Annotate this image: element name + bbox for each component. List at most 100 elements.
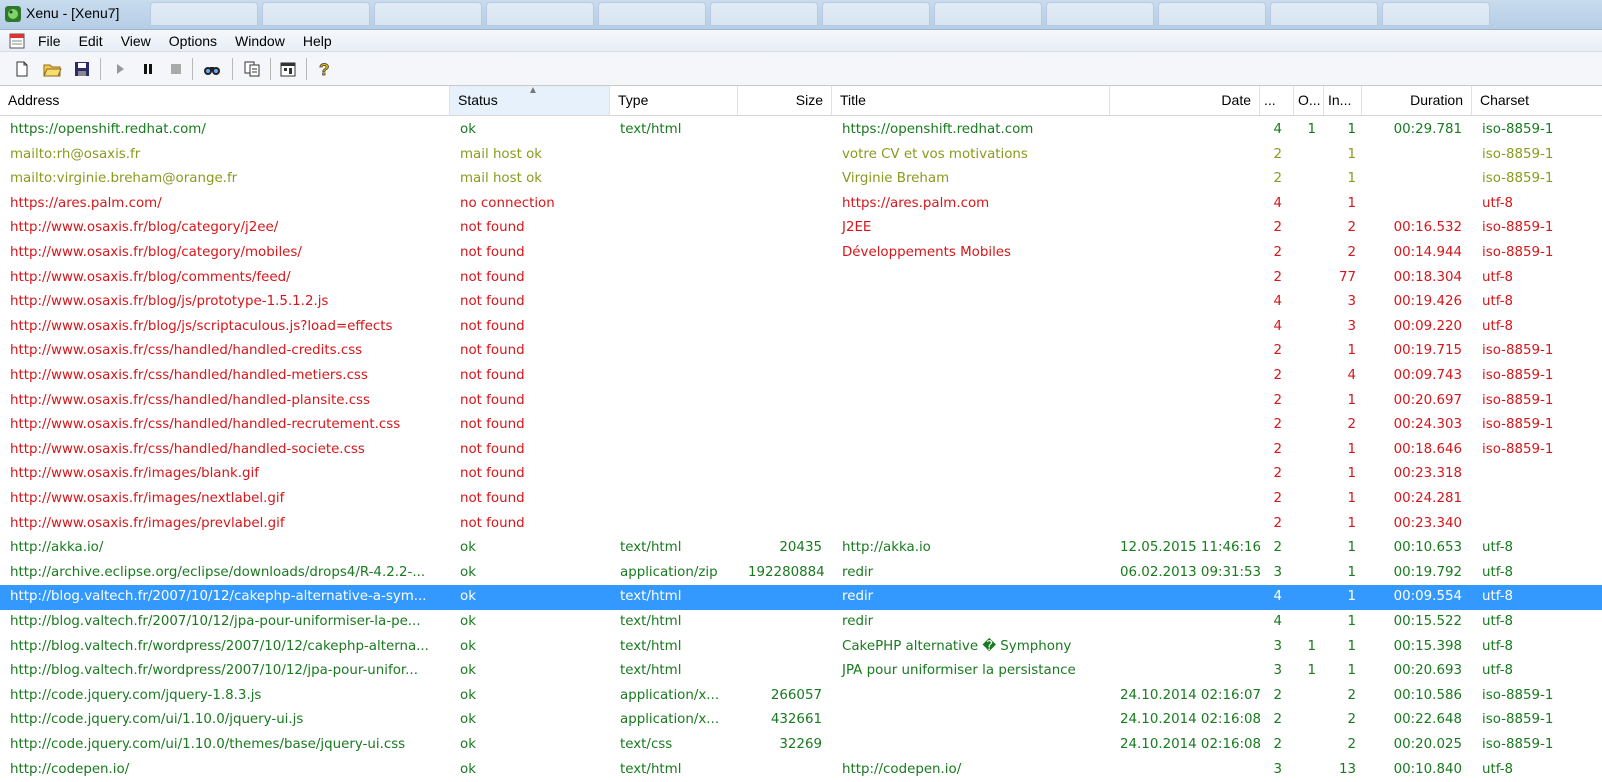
- cell-title: CakePHP alternative � Symphony: [842, 638, 1072, 654]
- find-icon[interactable]: [200, 57, 224, 81]
- table-row[interactable]: https://openshift.redhat.com/ok text/html…: [0, 118, 1602, 143]
- cell-address[interactable]: http://code.jquery.com/ui/1.10.0/jquery-…: [0, 708, 450, 732]
- table-row[interactable]: http://blog.valtech.fr/2007/10/12/cakeph…: [0, 585, 1602, 610]
- cell-address[interactable]: http://blog.valtech.fr/wordpress/2007/10…: [0, 659, 450, 683]
- cell-out: [1284, 339, 1320, 363]
- cell-duration: 00:24.303: [1393, 417, 1462, 433]
- cell-address[interactable]: https://ares.palm.com/: [0, 192, 450, 216]
- table-row[interactable]: http://blog.valtech.fr/wordpress/2007/10…: [0, 635, 1602, 660]
- table-row[interactable]: mailto:virginie.breham@orange.fr mail hos…: [0, 167, 1602, 192]
- document-icon[interactable]: [8, 32, 26, 50]
- copy-icon[interactable]: [240, 57, 264, 81]
- cell-address[interactable]: http://blog.valtech.fr/2007/10/12/jpa-po…: [0, 610, 450, 634]
- cell-address[interactable]: http://akka.io/: [0, 536, 450, 560]
- menu-window[interactable]: Window: [235, 33, 285, 49]
- column-header-address[interactable]: Address: [0, 86, 450, 115]
- menu-edit[interactable]: Edit: [79, 33, 103, 49]
- table-row[interactable]: http://code.jquery.com/jquery-1.8.3.js ok…: [0, 684, 1602, 709]
- cell-level: 2: [1273, 343, 1282, 359]
- cell-date: [1110, 118, 1260, 142]
- cell-size: [738, 512, 832, 536]
- cell-out: [1284, 487, 1320, 511]
- cell-address[interactable]: http://archive.eclipse.org/eclipse/downl…: [0, 561, 450, 585]
- cell-address[interactable]: http://www.osaxis.fr/css/handled/handled…: [0, 389, 450, 413]
- cell-title: [832, 290, 1110, 314]
- properties-icon[interactable]: [276, 57, 300, 81]
- table-row[interactable]: http://www.osaxis.fr/css/handled/handled…: [0, 389, 1602, 414]
- new-icon[interactable]: [10, 57, 34, 81]
- column-header-type[interactable]: Type: [610, 86, 738, 115]
- cell-address[interactable]: http://www.osaxis.fr/css/handled/handled…: [0, 364, 450, 388]
- cell-address[interactable]: http://www.osaxis.fr/css/handled/handled…: [0, 438, 450, 462]
- cell-address[interactable]: http://www.osaxis.fr/blog/js/prototype-1…: [0, 290, 450, 314]
- cell-level: 2: [1273, 491, 1282, 506]
- cell-title: http://akka.io: [842, 540, 931, 556]
- open-icon[interactable]: [40, 57, 64, 81]
- cell-out: [1284, 364, 1320, 388]
- column-header-charset[interactable]: Charset: [1472, 86, 1602, 115]
- cell-in: 1: [1347, 589, 1356, 605]
- table-row[interactable]: http://www.osaxis.fr/blog/category/mobil…: [0, 241, 1602, 266]
- table-row[interactable]: http://code.jquery.com/ui/1.10.0/themes/…: [0, 733, 1602, 758]
- cell-address[interactable]: http://code.jquery.com/ui/1.10.0/themes/…: [0, 733, 450, 757]
- cell-address[interactable]: http://www.osaxis.fr/blog/js/scriptaculo…: [0, 315, 450, 339]
- cell-address[interactable]: http://codepen.io/: [0, 758, 450, 782]
- table-row[interactable]: http://codepen.io/ok text/html http://code…: [0, 758, 1602, 782]
- table-row[interactable]: http://blog.valtech.fr/wordpress/2007/10…: [0, 659, 1602, 684]
- cell-status: ok: [460, 761, 476, 777]
- cell-address[interactable]: http://www.osaxis.fr/images/nextlabel.gi…: [0, 487, 450, 511]
- column-header-duration[interactable]: Duration: [1362, 86, 1472, 115]
- cell-address[interactable]: https://openshift.redhat.com/: [0, 118, 450, 142]
- cell-charset: iso-8859-1: [1482, 417, 1554, 433]
- cell-address[interactable]: http://www.osaxis.fr/blog/comments/feed/: [0, 266, 450, 290]
- table-row[interactable]: http://www.osaxis.fr/images/nextlabel.gi…: [0, 487, 1602, 512]
- column-header-title[interactable]: Title: [832, 86, 1110, 115]
- table-row[interactable]: http://blog.valtech.fr/2007/10/12/jpa-po…: [0, 610, 1602, 635]
- cell-address[interactable]: http://www.osaxis.fr/images/blank.gif: [0, 462, 450, 486]
- save-icon[interactable]: [70, 57, 94, 81]
- table-row[interactable]: http://www.osaxis.fr/images/blank.gif not…: [0, 462, 1602, 487]
- table-row[interactable]: http://archive.eclipse.org/eclipse/downl…: [0, 561, 1602, 586]
- help-icon[interactable]: ?: [312, 57, 336, 81]
- table-row[interactable]: http://www.osaxis.fr/blog/js/scriptaculo…: [0, 315, 1602, 340]
- cell-address[interactable]: http://www.osaxis.fr/blog/category/j2ee/: [0, 216, 450, 240]
- table-row[interactable]: http://akka.io/ok text/html 20435 http://ak…: [0, 536, 1602, 561]
- cell-address[interactable]: http://blog.valtech.fr/wordpress/2007/10…: [0, 635, 450, 659]
- column-header-in[interactable]: In...: [1324, 86, 1362, 115]
- table-row[interactable]: http://www.osaxis.fr/css/handled/handled…: [0, 438, 1602, 463]
- table-row[interactable]: http://www.osaxis.fr/blog/js/prototype-1…: [0, 290, 1602, 315]
- cell-type: [610, 290, 738, 314]
- table-row[interactable]: https://ares.palm.com/no connection https…: [0, 192, 1602, 217]
- column-header-status[interactable]: ▲ Status: [450, 86, 610, 115]
- cell-address[interactable]: mailto:rh@osaxis.fr: [0, 143, 450, 167]
- table-row[interactable]: http://www.osaxis.fr/blog/category/j2ee/…: [0, 216, 1602, 241]
- table-row[interactable]: http://www.osaxis.fr/css/handled/handled…: [0, 364, 1602, 389]
- table-row[interactable]: http://www.osaxis.fr/blog/comments/feed/…: [0, 266, 1602, 291]
- menu-help[interactable]: Help: [303, 33, 332, 49]
- column-header-level[interactable]: ...: [1260, 86, 1294, 115]
- cell-address[interactable]: http://www.osaxis.fr/images/prevlabel.gi…: [0, 512, 450, 536]
- cell-out: 1: [1307, 663, 1316, 679]
- table-row[interactable]: http://www.osaxis.fr/css/handled/handled…: [0, 339, 1602, 364]
- cell-address[interactable]: http://code.jquery.com/jquery-1.8.3.js: [0, 684, 450, 708]
- menu-file[interactable]: File: [38, 33, 61, 49]
- cell-address[interactable]: mailto:virginie.breham@orange.fr: [0, 167, 450, 191]
- cell-date: [1110, 635, 1260, 659]
- menu-view[interactable]: View: [121, 33, 151, 49]
- stop-icon[interactable]: [164, 57, 188, 81]
- cell-address[interactable]: http://www.osaxis.fr/css/handled/handled…: [0, 339, 450, 363]
- cell-address[interactable]: http://www.osaxis.fr/blog/category/mobil…: [0, 241, 450, 265]
- background-taskbar-tabs: [150, 2, 1602, 28]
- column-header-out[interactable]: O...: [1294, 86, 1324, 115]
- menu-options[interactable]: Options: [169, 33, 217, 49]
- table-row[interactable]: http://code.jquery.com/ui/1.10.0/jquery-…: [0, 708, 1602, 733]
- table-row[interactable]: mailto:rh@osaxis.fr mail host ok votre CV …: [0, 143, 1602, 168]
- cell-address[interactable]: http://www.osaxis.fr/css/handled/handled…: [0, 413, 450, 437]
- column-header-size[interactable]: Size: [738, 86, 832, 115]
- table-row[interactable]: http://www.osaxis.fr/images/prevlabel.gi…: [0, 512, 1602, 537]
- table-row[interactable]: http://www.osaxis.fr/css/handled/handled…: [0, 413, 1602, 438]
- column-header-date[interactable]: Date: [1110, 86, 1260, 115]
- play-icon[interactable]: [108, 57, 132, 81]
- cell-address[interactable]: http://blog.valtech.fr/2007/10/12/cakeph…: [0, 585, 450, 609]
- pause-icon[interactable]: [136, 57, 160, 81]
